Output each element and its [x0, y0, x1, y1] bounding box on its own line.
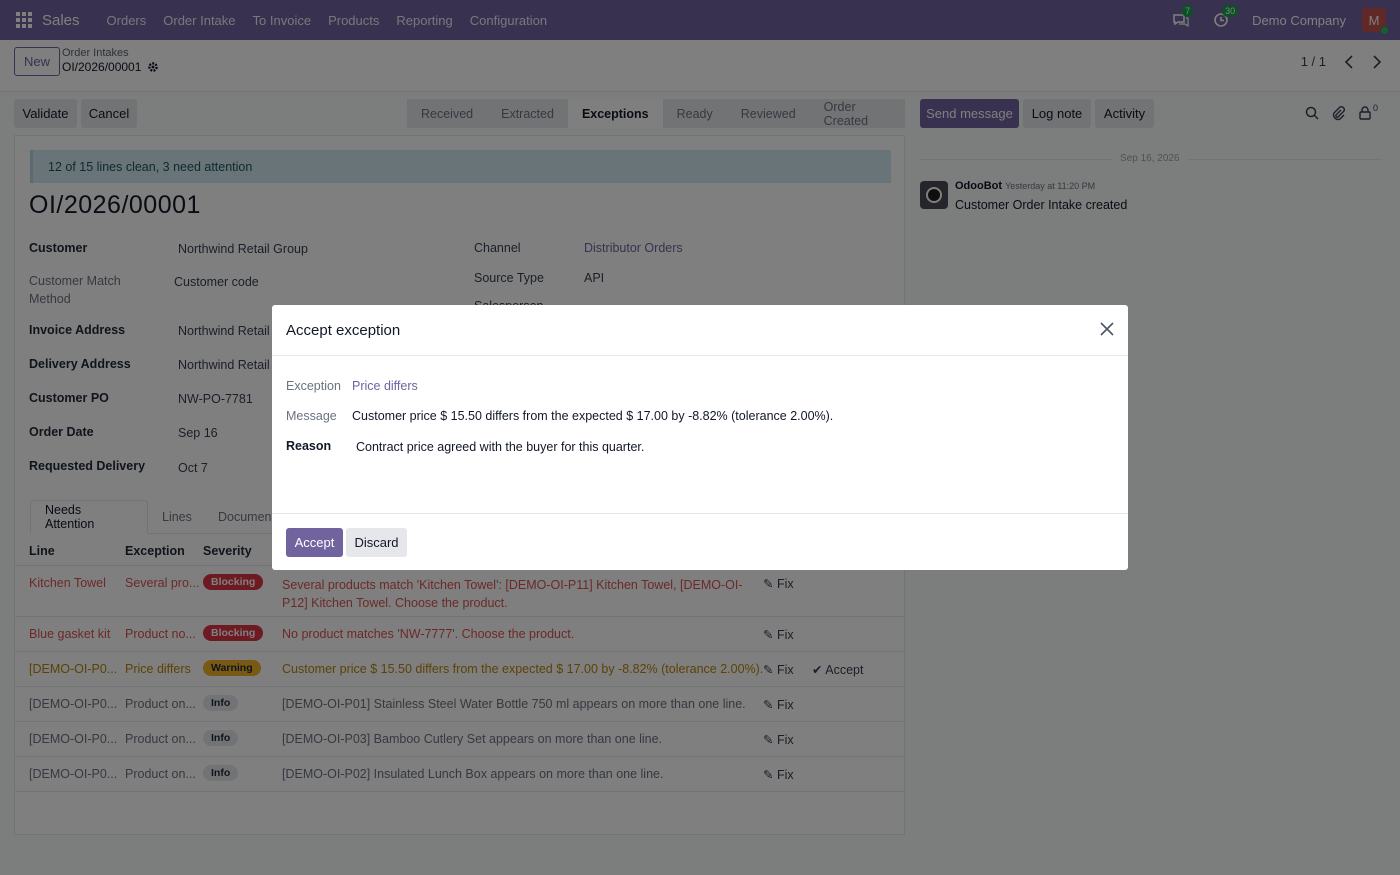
dialog-title: Accept exception [286, 321, 401, 339]
reason-input[interactable]: Contract price agreed with the buyer for… [356, 440, 644, 454]
message-field: Customer price $ 15.50 differs from the … [352, 409, 834, 423]
reason-label: Reason [286, 439, 332, 453]
dialog-footer: Accept Discard [272, 513, 1128, 570]
discard-button[interactable]: Discard [346, 528, 407, 557]
accept-exception-dialog: Accept exception Exception Price differs… [272, 305, 1128, 570]
accept-button[interactable]: Accept [286, 528, 343, 557]
close-icon[interactable] [1100, 322, 1114, 336]
message-label: Message [286, 409, 337, 423]
exception-label: Exception [286, 379, 341, 393]
exception-field[interactable]: Price differs [352, 379, 418, 393]
dialog-header: Accept exception [272, 305, 1128, 356]
